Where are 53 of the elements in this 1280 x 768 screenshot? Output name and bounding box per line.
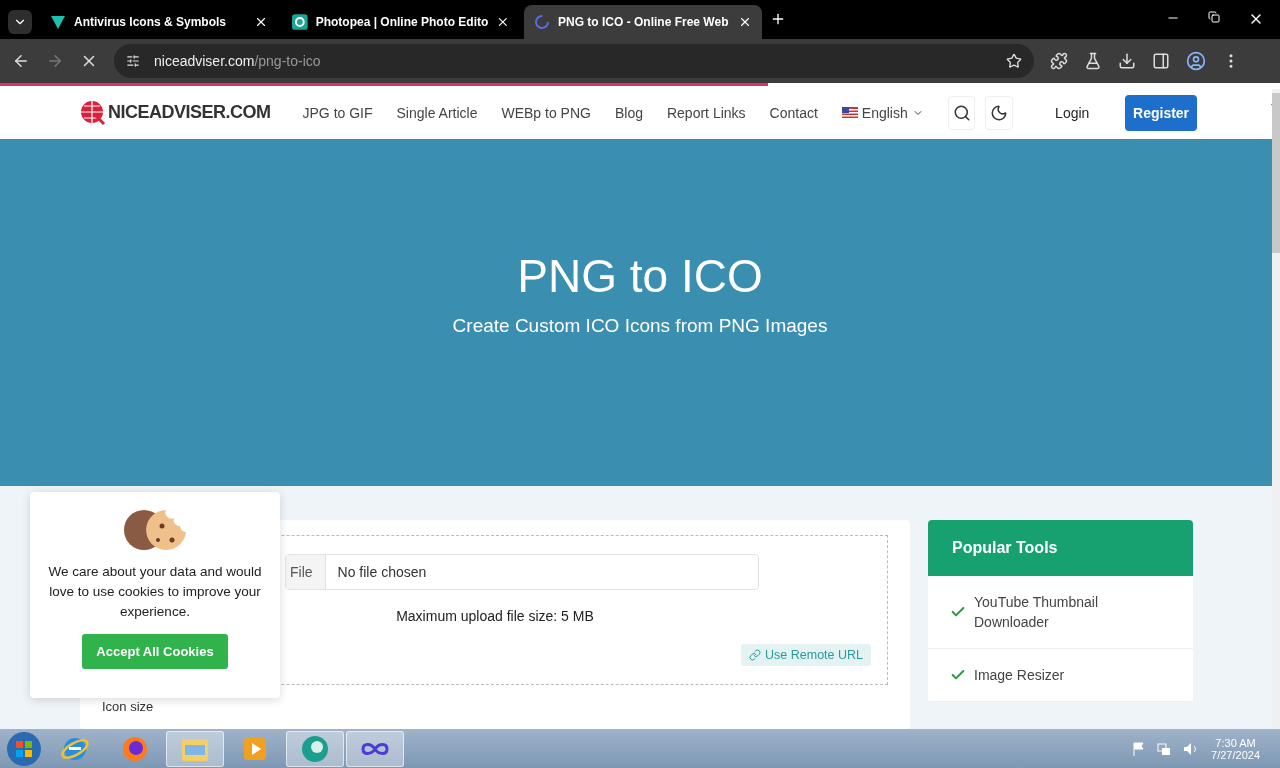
link-icon — [749, 649, 762, 662]
profile-icon[interactable] — [1186, 51, 1206, 72]
taskbar-app[interactable] — [286, 730, 344, 767]
restore-icon[interactable] — [1208, 10, 1220, 23]
cookie-message: We care about your data and would love to use cookies to improve your experience. — [47, 563, 263, 621]
card-heading: Popular Tools — [928, 520, 1193, 577]
nav-link[interactable]: Report Links — [666, 104, 746, 121]
flag-icon[interactable] — [1133, 741, 1146, 756]
choose-file-button[interactable]: File — [286, 555, 326, 590]
file-input[interactable]: File No file chosen — [285, 554, 759, 591]
extensions-icon[interactable] — [1050, 52, 1068, 71]
file-status: No file chosen — [336, 564, 427, 581]
search-button[interactable] — [947, 95, 976, 130]
network-icon[interactable] — [1157, 741, 1172, 756]
tab-search-button[interactable] — [8, 9, 32, 34]
browser-tab[interactable]: PNG to ICO - Online Free Web — [524, 4, 762, 39]
tab-title: Photopea | Online Photo Edito — [315, 14, 489, 29]
taskbar-app[interactable] — [346, 730, 404, 767]
tool-link[interactable]: Image Resizer — [928, 649, 1193, 703]
download-icon[interactable] — [1118, 52, 1136, 71]
globe-app-icon[interactable] — [300, 733, 330, 764]
upload-limit-text: Maximum upload file size: 5 MB — [396, 608, 594, 625]
media-player-icon[interactable] — [242, 735, 268, 762]
field-label: Icon size — [102, 699, 155, 715]
scrollbar[interactable] — [1272, 89, 1280, 728]
start-button[interactable] — [4, 729, 44, 768]
page-title: PNG to ICO — [517, 248, 763, 303]
tab-title: PNG to ICO - Online Free Web — [558, 14, 730, 29]
login-link[interactable]: Login — [1055, 104, 1090, 121]
language-selector[interactable]: English — [841, 104, 924, 121]
bookmark-star-icon[interactable] — [1006, 53, 1022, 70]
moon-icon — [990, 103, 1009, 122]
side-panel-icon[interactable] — [1152, 52, 1170, 71]
flag-icon — [841, 107, 858, 119]
tool-link[interactable]: YouTube Thumbnail Downloader — [928, 576, 1193, 650]
nav-link[interactable]: JPG to GIF — [302, 104, 373, 121]
browser-tab[interactable]: Antivirus Icons & Symbols — [40, 4, 278, 39]
nav-link[interactable]: WEBp to PNG — [501, 104, 591, 121]
nav-link[interactable]: Contact — [769, 104, 818, 121]
register-button[interactable]: Register — [1125, 94, 1197, 131]
nav-link[interactable]: Single Article — [396, 104, 478, 121]
browser-tab[interactable]: Photopea | Online Photo Edito — [282, 4, 520, 39]
dark-mode-button[interactable] — [985, 95, 1014, 130]
site-logo[interactable]: NICEADVISER.COM — [80, 99, 271, 126]
url-text: niceadviser.com/png-to-ico — [154, 53, 321, 70]
page-subtitle: Create Custom ICO Icons from PNG Images — [452, 314, 828, 337]
site-settings-icon[interactable] — [126, 54, 140, 69]
tab-title: Antivirus Icons & Symbols — [74, 14, 228, 29]
search-icon — [952, 103, 971, 122]
address-bar[interactable]: niceadviser.com/png-to-ico — [114, 44, 1034, 79]
loading-spinner-icon — [534, 13, 550, 30]
flask-icon[interactable] — [1084, 52, 1102, 71]
nav-link[interactable]: Blog — [614, 104, 643, 121]
